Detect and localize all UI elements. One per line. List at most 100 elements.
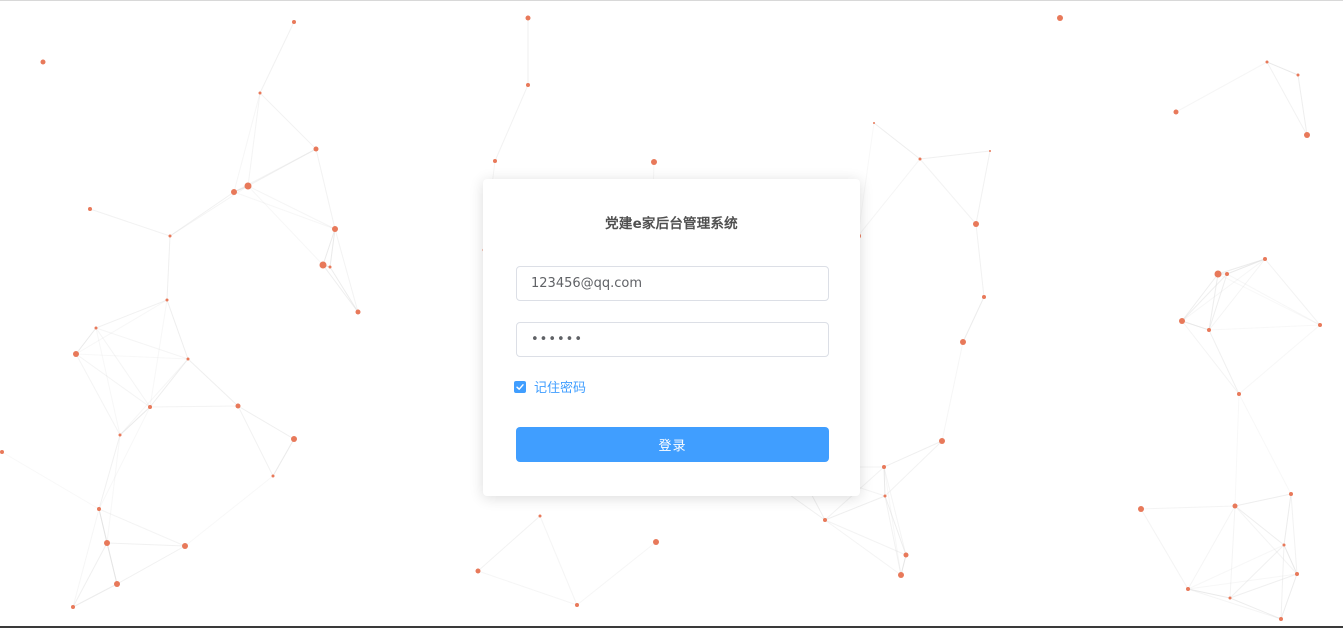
network-node bbox=[982, 295, 986, 299]
network-node bbox=[1225, 272, 1229, 276]
network-link bbox=[975, 223, 985, 298]
network-node bbox=[292, 20, 296, 24]
network-link bbox=[166, 299, 189, 360]
network-link bbox=[941, 341, 964, 442]
network-node bbox=[165, 298, 169, 302]
network-link bbox=[883, 466, 907, 556]
network-node bbox=[525, 15, 531, 21]
network-node bbox=[1138, 506, 1144, 512]
network-link bbox=[75, 327, 97, 355]
network-node bbox=[538, 514, 542, 518]
network-link bbox=[272, 438, 295, 477]
network-node bbox=[114, 581, 120, 587]
network-node bbox=[73, 351, 79, 357]
username-input[interactable] bbox=[516, 266, 829, 301]
network-link bbox=[883, 440, 943, 468]
network-link bbox=[919, 150, 991, 160]
network-node bbox=[118, 433, 122, 437]
network-link bbox=[95, 299, 168, 329]
network-link bbox=[329, 266, 359, 313]
network-node bbox=[575, 603, 579, 607]
network-node bbox=[1173, 109, 1179, 115]
network-node bbox=[939, 438, 945, 444]
network-link bbox=[1181, 273, 1219, 322]
network-link bbox=[884, 440, 943, 497]
check-icon bbox=[516, 383, 524, 390]
network-link bbox=[1175, 61, 1268, 113]
network-node bbox=[1279, 617, 1283, 621]
network-link bbox=[233, 92, 261, 193]
network-node bbox=[88, 207, 92, 211]
network-link bbox=[1283, 493, 1292, 546]
network-link bbox=[329, 228, 336, 268]
network-link bbox=[1266, 61, 1308, 136]
network-link bbox=[1238, 393, 1292, 495]
network-link bbox=[184, 475, 274, 547]
network-link bbox=[89, 208, 171, 237]
remember-password-label: 记住密码 bbox=[534, 381, 587, 396]
network-link bbox=[106, 542, 118, 585]
network-node bbox=[182, 543, 188, 549]
network-link bbox=[98, 434, 121, 510]
network-node bbox=[1263, 257, 1267, 261]
password-input[interactable] bbox=[516, 322, 829, 357]
network-link bbox=[75, 299, 168, 355]
network-node bbox=[104, 540, 110, 546]
network-node bbox=[168, 234, 172, 238]
network-link bbox=[322, 228, 336, 266]
network-link bbox=[962, 296, 985, 343]
network-node bbox=[493, 159, 497, 163]
network-node bbox=[1057, 15, 1063, 21]
network-node bbox=[1228, 596, 1232, 600]
network-link bbox=[95, 327, 189, 360]
network-node bbox=[526, 83, 530, 87]
network-node bbox=[291, 436, 297, 442]
network-link bbox=[98, 508, 186, 547]
network-link bbox=[149, 358, 189, 408]
network-link bbox=[334, 228, 359, 313]
network-node bbox=[918, 157, 922, 161]
network-node bbox=[653, 539, 659, 545]
network-link bbox=[259, 92, 317, 150]
network-node bbox=[1318, 323, 1322, 327]
network-link bbox=[1234, 493, 1292, 507]
network-link bbox=[75, 353, 121, 436]
network-node bbox=[186, 357, 190, 361]
network-link bbox=[1140, 508, 1189, 590]
network-link bbox=[315, 148, 336, 230]
network-link bbox=[1280, 573, 1298, 620]
network-link bbox=[1264, 258, 1321, 326]
remember-password-checkbox[interactable]: 记住密码 bbox=[514, 377, 586, 396]
network-node bbox=[651, 159, 657, 165]
network-node bbox=[1214, 270, 1222, 278]
network-link bbox=[900, 554, 907, 576]
network-link bbox=[166, 235, 171, 301]
network-node bbox=[1282, 543, 1286, 547]
network-link bbox=[1, 451, 100, 510]
network-link bbox=[1229, 505, 1236, 599]
network-link bbox=[539, 515, 578, 606]
network-link bbox=[494, 84, 529, 162]
network-link bbox=[72, 508, 100, 608]
network-node bbox=[1207, 328, 1211, 332]
network-link bbox=[824, 495, 886, 521]
network-link bbox=[1280, 544, 1285, 620]
network-link bbox=[322, 264, 359, 313]
network-node bbox=[258, 91, 262, 95]
network-link bbox=[975, 150, 991, 225]
network-link bbox=[72, 542, 108, 608]
network-link bbox=[247, 185, 336, 230]
network-node bbox=[1265, 60, 1269, 64]
login-button[interactable]: 登录 bbox=[516, 427, 829, 462]
network-node bbox=[1295, 572, 1299, 576]
network-node bbox=[989, 150, 991, 152]
network-link bbox=[1229, 544, 1285, 599]
network-node bbox=[973, 221, 979, 227]
checkbox-box[interactable] bbox=[514, 380, 526, 393]
network-link bbox=[259, 21, 295, 94]
network-node bbox=[1296, 73, 1300, 77]
network-node bbox=[898, 572, 904, 578]
network-link bbox=[233, 191, 336, 230]
network-link bbox=[1229, 573, 1298, 599]
network-link bbox=[75, 353, 189, 360]
